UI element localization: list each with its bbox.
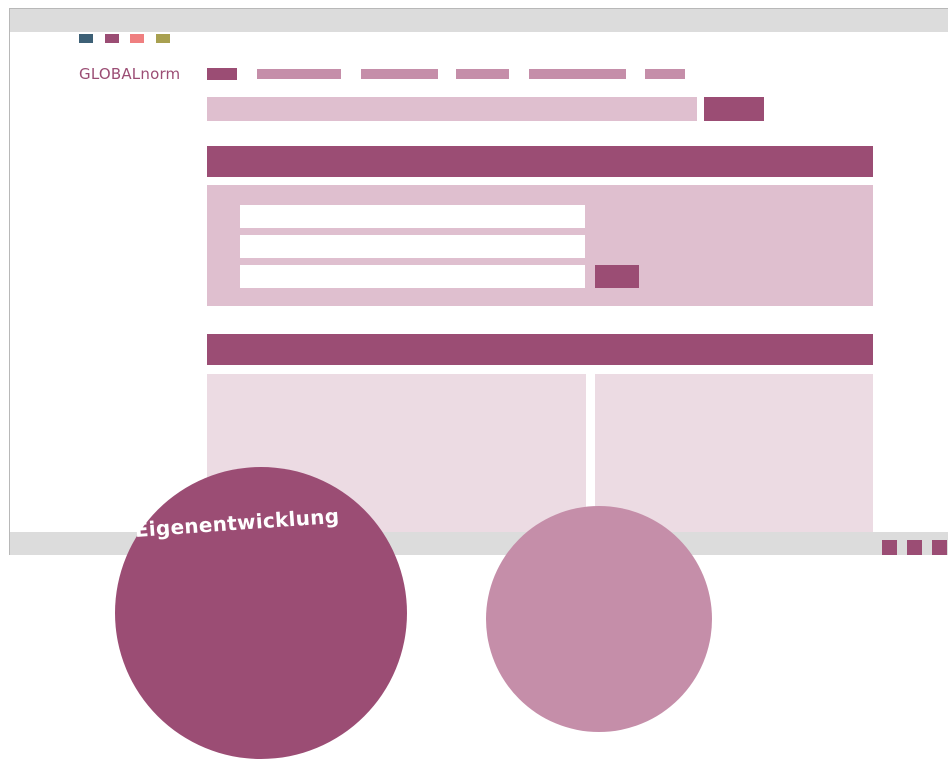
nav-item-2[interactable] xyxy=(361,69,438,79)
search-input[interactable] xyxy=(207,97,697,121)
form-field-1[interactable] xyxy=(240,205,585,228)
logo-brand: GLOBAL xyxy=(79,65,141,83)
swatch-teal xyxy=(79,34,93,43)
corner-square-3 xyxy=(932,540,947,555)
nav-item-5[interactable] xyxy=(645,69,685,79)
swatch-plum xyxy=(105,34,119,43)
nav-item-4[interactable] xyxy=(529,69,626,79)
nav-item-active[interactable] xyxy=(207,68,237,80)
browser-frame: GLOBALnorm xyxy=(9,8,948,555)
search-button[interactable] xyxy=(704,97,764,121)
logo[interactable]: GLOBALnorm xyxy=(79,65,180,83)
secondary-bubble xyxy=(486,506,712,732)
swatch-olive xyxy=(156,34,170,43)
form-field-2[interactable] xyxy=(240,235,585,258)
content-section-header xyxy=(207,334,873,365)
form-field-3[interactable] xyxy=(240,265,585,288)
nav-item-3[interactable] xyxy=(456,69,509,79)
swatch-coral xyxy=(130,34,144,43)
form-section-header xyxy=(207,146,873,177)
logo-suffix: norm xyxy=(140,65,181,83)
corner-square-1 xyxy=(882,540,897,555)
content-card-right xyxy=(595,374,873,534)
browser-top-bar xyxy=(10,9,948,32)
nav-item-1[interactable] xyxy=(257,69,341,79)
corner-square-2 xyxy=(907,540,922,555)
form-submit-button[interactable] xyxy=(595,265,639,288)
